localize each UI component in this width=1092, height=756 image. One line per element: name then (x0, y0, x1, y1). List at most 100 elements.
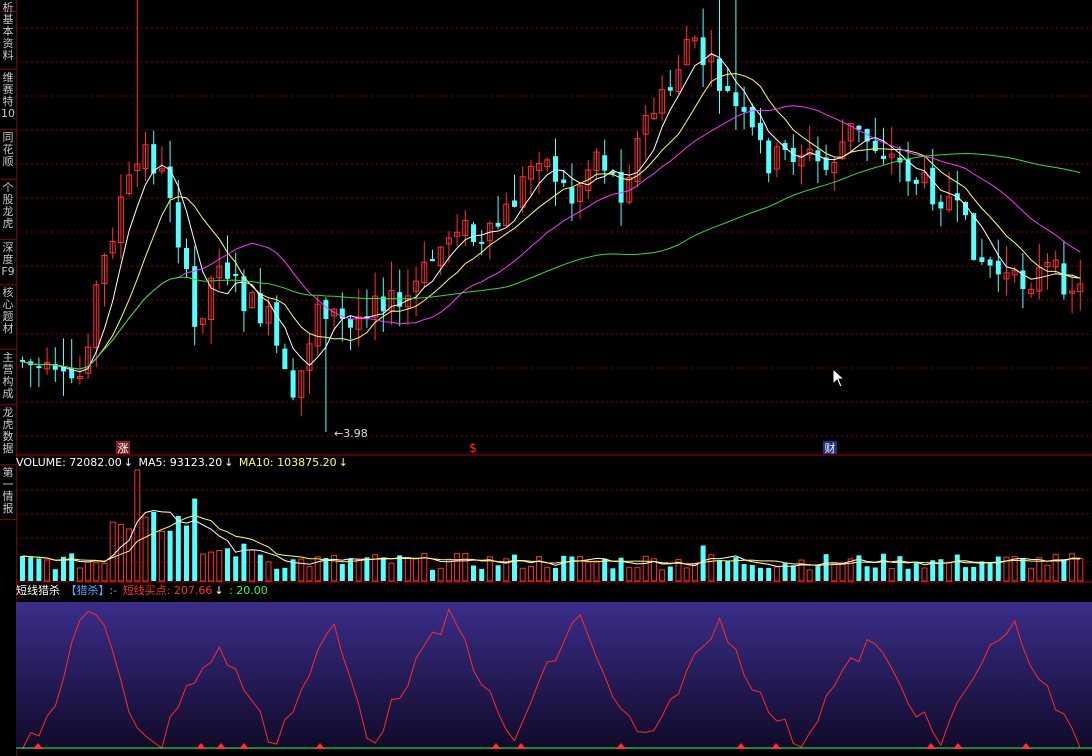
volume-bar (585, 561, 592, 582)
volume-bar (553, 567, 558, 581)
volume-bar (323, 558, 329, 581)
volume-bar (987, 563, 993, 581)
volume-bar (888, 568, 895, 582)
sidebar-tab-6[interactable]: 核心题材 (0, 285, 16, 350)
sidebar-tab-1[interactable]: 基本资料 (0, 12, 16, 70)
indicator-name: 短线猎杀 (16, 584, 60, 597)
volume-bar (512, 554, 517, 581)
candle-body (618, 171, 624, 203)
volume-bar (963, 567, 968, 581)
volume-bar (28, 557, 34, 581)
volume-bar (519, 567, 526, 582)
volume-bar (192, 498, 198, 581)
volume-bar (479, 568, 485, 581)
candle-body (725, 86, 731, 91)
volume-bar (1044, 564, 1051, 582)
volume-bar (527, 565, 534, 582)
volume-bar (397, 555, 403, 581)
candle-body (36, 366, 42, 369)
sidebar: 析基本资料 维赛特10 同花顺 个股龙虎 深度F9 核心题材 主营构成 龙虎数据 第一情报 (0, 0, 17, 756)
volume-bar (339, 563, 345, 581)
volume-bar (404, 557, 411, 582)
sidebar-tab-7[interactable]: 主营构成 (0, 350, 16, 405)
volume-bar (1061, 559, 1067, 581)
stock-chart[interactable]: ←3.98 涨 $ 财 (16, 0, 1092, 756)
candle-body (995, 260, 1001, 275)
candle-body (881, 155, 886, 159)
ma60-line (22, 152, 1081, 370)
indicator-buy-label: 短线买点: 207.66 (122, 584, 213, 597)
volume-bar (314, 556, 321, 582)
volume-bar (167, 530, 173, 581)
volume-bar (905, 568, 911, 581)
volume-bar (158, 530, 165, 582)
volume-bar (1052, 553, 1059, 582)
dollar-marker: $ (469, 441, 477, 455)
volume-legend: VOLUME: 72082.00 ↓ MA5: 93123.20 ↓ MA10: 1… (16, 456, 350, 469)
volume-bar (117, 523, 124, 582)
ma10-label: MA10: 103875.20 (238, 456, 337, 469)
candle-body (749, 106, 755, 128)
candle-body (184, 248, 189, 270)
volume-bar (872, 567, 878, 581)
volume-bar (471, 565, 476, 581)
candle-body (348, 319, 353, 328)
sidebar-tab-5[interactable]: 深度F9 (0, 240, 16, 285)
indicator-level-label: : 20.00 (229, 584, 268, 597)
volume-bar (69, 553, 75, 581)
volume-bar (257, 554, 263, 581)
candle-body (971, 213, 977, 260)
candle-body (290, 370, 296, 398)
volume-bar (634, 567, 641, 582)
candle-body (282, 348, 288, 370)
low-price-label: ←3.98 (334, 427, 368, 440)
candle-body (561, 179, 567, 184)
candle-body (1061, 263, 1067, 295)
volume-bar (1028, 567, 1035, 582)
sidebar-tab-3[interactable]: 同花顺 (0, 130, 16, 180)
volume-bar (76, 567, 83, 582)
mouse-cursor-icon (832, 368, 846, 388)
volume-bar (815, 566, 821, 581)
volume-bar (437, 567, 444, 582)
sidebar-tab-0[interactable]: 析 (0, 0, 16, 14)
volume-bar (216, 549, 223, 582)
volume-bar (536, 556, 543, 582)
volume-bar (265, 561, 272, 582)
volume-bar (1020, 558, 1026, 581)
sidebar-tab-9[interactable]: 第一情报 (0, 465, 16, 520)
candle-body (717, 58, 722, 91)
volume-bar (282, 567, 288, 581)
volume-bar (462, 553, 469, 582)
volume-bar (913, 562, 919, 581)
volume-bar (979, 561, 985, 581)
volume-bar (208, 551, 215, 582)
volume-bar (109, 521, 116, 582)
candle-body (192, 266, 198, 327)
sidebar-tab-8[interactable]: 龙虎数据 (0, 405, 16, 465)
ma5-label: MA5: 93123.20 (138, 456, 223, 469)
volume-bar (142, 516, 149, 582)
cai-marker: 财 (825, 441, 836, 455)
candle-body (569, 187, 575, 204)
candle-body (979, 257, 985, 262)
indicator-legend: 短线猎杀 【猎杀】:- 短线买点: 207.66 ↓ : 20.00 (16, 584, 270, 597)
candle-body (167, 166, 173, 198)
volume-bar (495, 565, 501, 581)
volume-bar (921, 567, 928, 582)
candle-body (733, 92, 739, 107)
volume-bar (758, 567, 763, 581)
volume-bar (938, 559, 944, 581)
volume-bar (602, 558, 608, 581)
volume-bar (831, 563, 838, 582)
volume-bar (642, 555, 649, 582)
volume-ma10-line (22, 514, 1081, 567)
volume-bar (233, 556, 239, 581)
sidebar-tab-2[interactable]: 维赛特10 (0, 70, 16, 130)
volume-bar (610, 568, 616, 581)
sidebar-tab-4[interactable]: 个股龙虎 (0, 180, 16, 240)
volume-bar (306, 566, 313, 582)
volume-bar (995, 556, 1001, 581)
volume-bar (36, 558, 42, 581)
candle-body (512, 200, 517, 207)
